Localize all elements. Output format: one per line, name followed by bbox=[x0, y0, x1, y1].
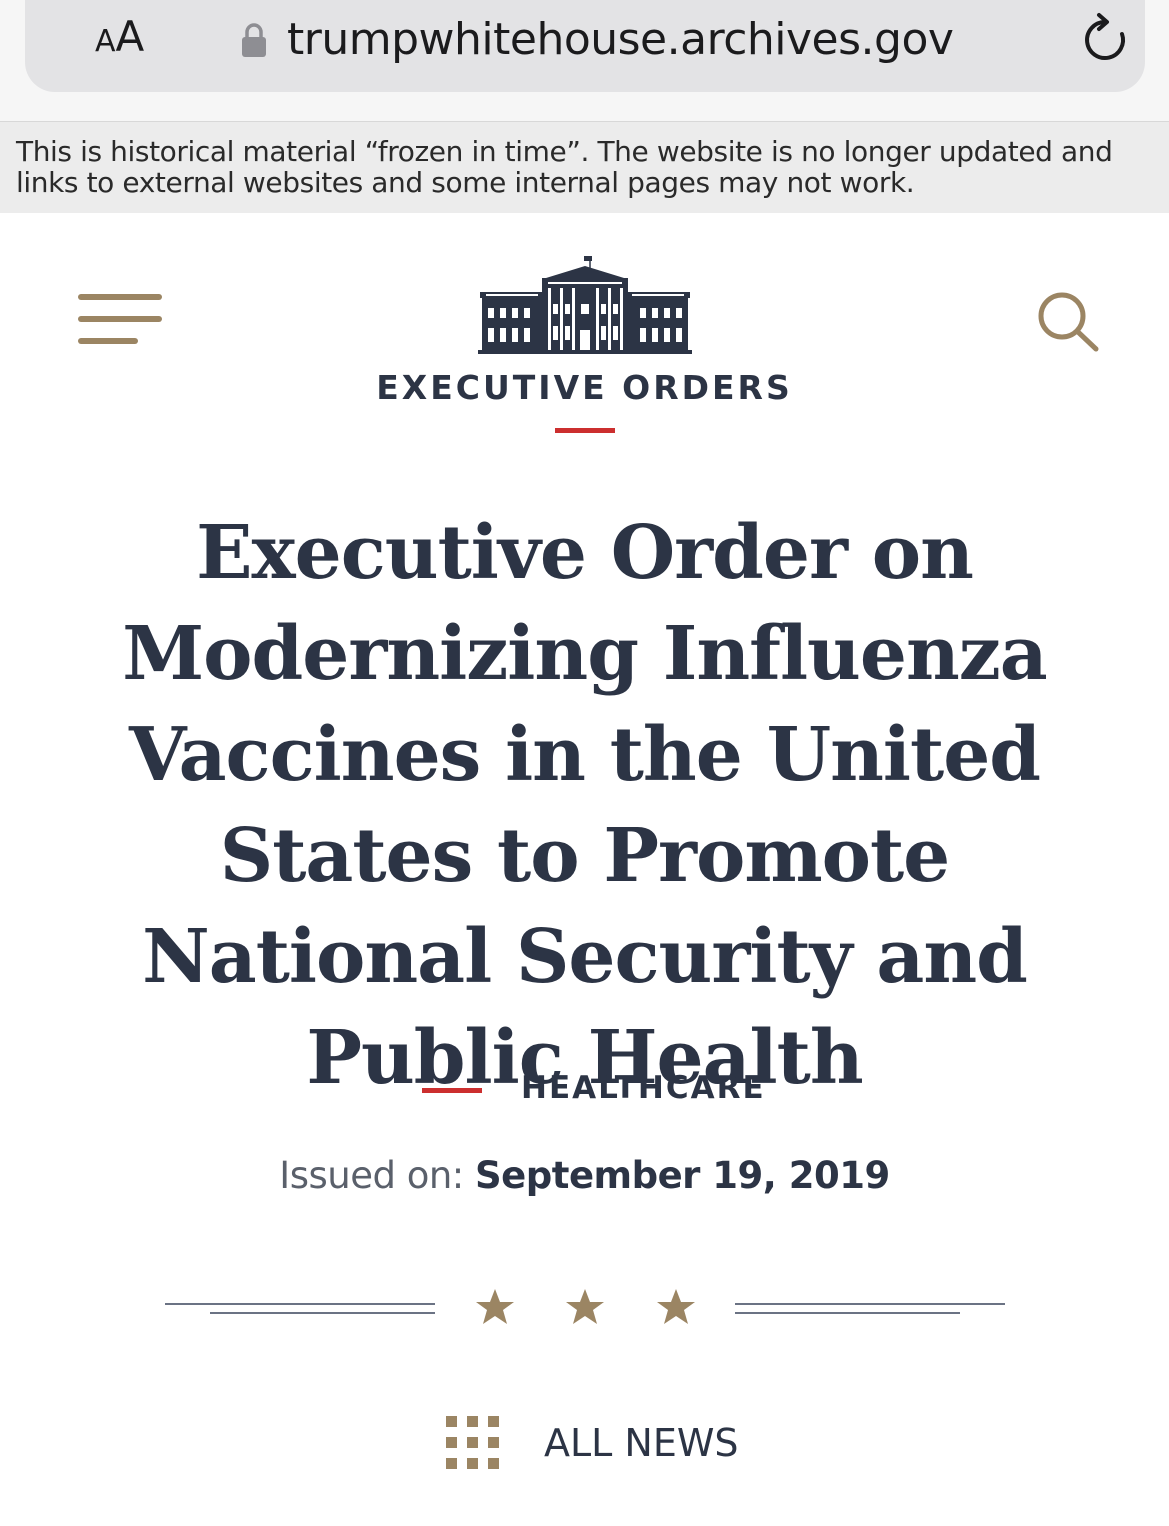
all-news-label: ALL NEWS bbox=[544, 1421, 739, 1465]
menu-icon[interactable] bbox=[78, 294, 162, 346]
archive-notice-banner: This is historical material “frozen in t… bbox=[0, 121, 1169, 213]
address-bar[interactable]: A A trumpwhitehouse.archives.gov bbox=[25, 0, 1145, 92]
section-label[interactable]: EXECUTIVE ORDERS bbox=[0, 368, 1169, 407]
url-text[interactable]: trumpwhitehouse.archives.gov bbox=[287, 8, 954, 72]
issued-date-line: Issued on: September 19, 2019 bbox=[0, 1154, 1169, 1197]
category-accent-line bbox=[422, 1088, 482, 1093]
issued-date: September 19, 2019 bbox=[475, 1154, 890, 1197]
page-title: Executive Order on Modernizing Influenza… bbox=[122, 510, 1047, 1101]
search-icon[interactable] bbox=[1036, 290, 1100, 352]
text-size-large-glyph: A bbox=[115, 12, 145, 61]
archive-notice-text: This is historical material “frozen in t… bbox=[16, 135, 1113, 199]
browser-chrome: A A trumpwhitehouse.archives.gov bbox=[0, 0, 1169, 121]
issued-label: Issued on: bbox=[279, 1154, 464, 1197]
reload-icon[interactable] bbox=[1080, 12, 1130, 66]
white-house-logo[interactable] bbox=[478, 254, 692, 354]
star-icon bbox=[476, 1289, 695, 1324]
star-divider bbox=[165, 1289, 1005, 1324]
category-link[interactable]: HEALTHCARE bbox=[521, 1068, 766, 1108]
text-size-button[interactable]: A A bbox=[95, 12, 144, 68]
lock-icon bbox=[242, 23, 266, 57]
grid-icon bbox=[446, 1416, 499, 1469]
text-size-small-glyph: A bbox=[95, 24, 116, 59]
all-news-link[interactable]: ALL NEWS bbox=[444, 1412, 739, 1474]
section-accent-line bbox=[555, 428, 615, 433]
